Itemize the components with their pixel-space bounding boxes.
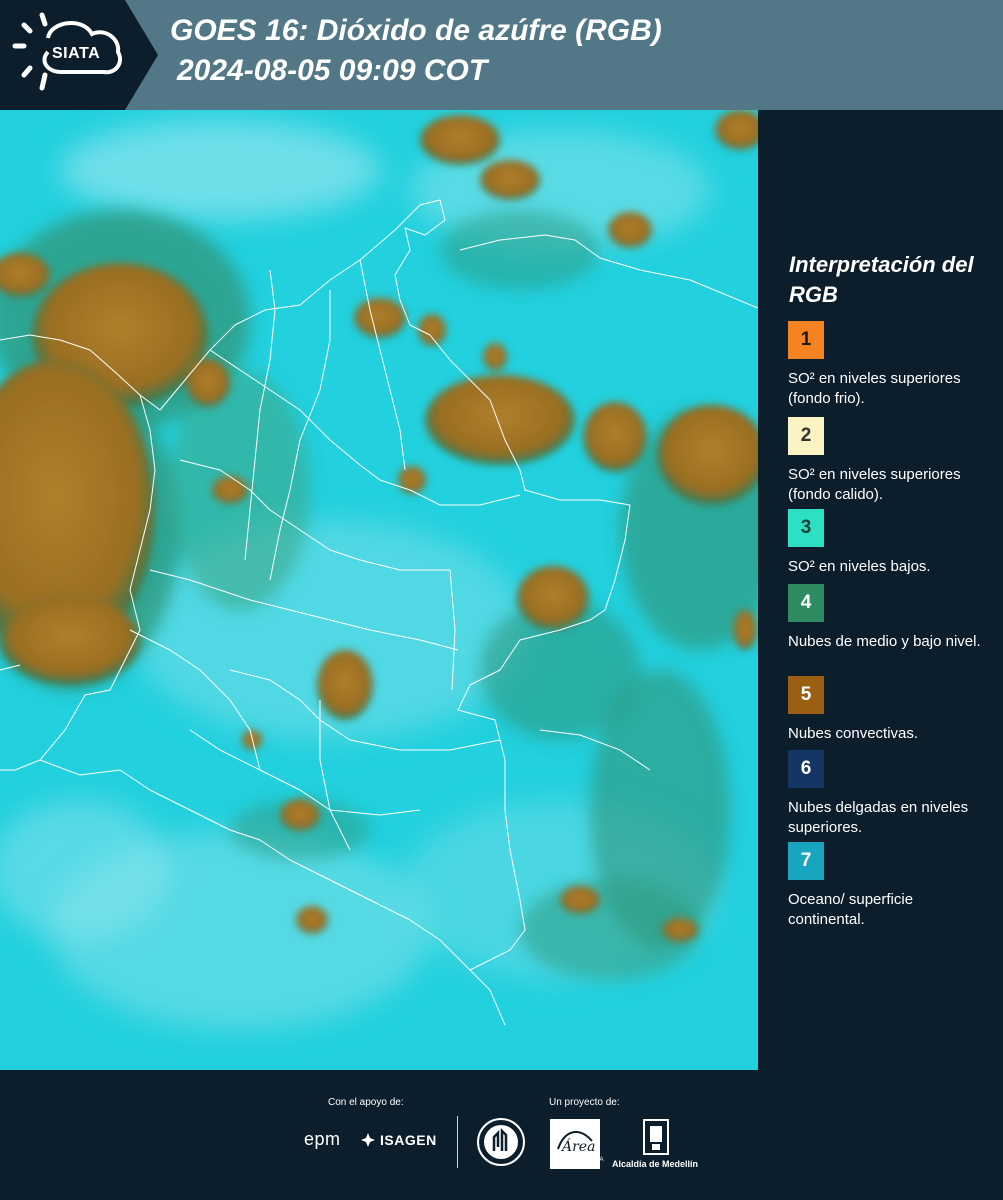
legend-item-3: 3 SO² en niveles bajos. <box>788 509 988 577</box>
legend-label: Nubes delgadas en niveles superiores. <box>788 799 969 836</box>
legend-item-6: 6 Nubes delgadas en niveles superiores. <box>788 750 988 838</box>
legend-item-5: 5 Nubes convectivas. <box>788 676 988 744</box>
footer: Con el apoyo de: Un proyecto de: epm ISA… <box>0 1070 1003 1200</box>
footer-divider <box>457 1116 458 1168</box>
legend-swatch: 7 <box>788 842 824 880</box>
legend-title: Interpretación del RGB <box>789 252 974 307</box>
legend-swatch: 1 <box>788 321 824 359</box>
page-title: GOES 16: Dióxido de azúfre (RGB) <box>170 14 662 47</box>
satellite-map-svg <box>0 110 758 1070</box>
medellin-seal-icon <box>477 1118 525 1166</box>
legend-label: SO² en niveles superiores (fondo frio). <box>788 370 961 407</box>
legend-item-2: 2 SO² en niveles superiores (fondo calid… <box>788 417 988 505</box>
isagen-logo: ISAGEN <box>360 1132 437 1148</box>
area-line2: Valle de Aburrá <box>557 1164 599 1170</box>
legend-label: Nubes convectivas. <box>788 725 919 742</box>
legend-swatch: 6 <box>788 750 824 788</box>
area-script-text: Área <box>560 1137 595 1155</box>
legend-label: Oceano/ superficie continental. <box>788 891 914 928</box>
alcaldia-text: Alcaldía de Medellín <box>612 1159 699 1169</box>
legend-swatch: 5 <box>788 676 824 714</box>
legend-swatch: 4 <box>788 584 824 622</box>
legend-item-1: 1 SO² en niveles superiores (fondo frio)… <box>788 321 988 409</box>
siata-logo: SIATA <box>0 0 158 110</box>
satellite-map <box>0 110 758 1070</box>
legend-swatch: 2 <box>788 417 824 455</box>
legend-swatch: 3 <box>788 509 824 547</box>
isagen-text: ISAGEN <box>380 1132 437 1148</box>
support-label: Con el apoyo de: <box>328 1097 404 1108</box>
legend-label: SO² en niveles superiores (fondo calido)… <box>788 466 961 503</box>
alcaldia-shield-icon <box>643 1119 669 1155</box>
legend-label: Nubes de medio y bajo nivel. <box>788 633 981 650</box>
logo-text: SIATA <box>52 45 101 62</box>
isagen-icon <box>361 1133 375 1147</box>
legend-item-7: 7 Oceano/ superficie continental. <box>788 842 988 930</box>
header: SIATA GOES 16: Dióxido de azúfre (RGB) 2… <box>0 0 1003 110</box>
project-label: Un proyecto de: <box>549 1097 620 1108</box>
area-metropolitana-text: METROPOLITANA Valle de Aburrá <box>552 1157 604 1171</box>
epm-logo: epm <box>304 1129 341 1149</box>
legend-panel: Interpretación del RGB 1 SO² en niveles … <box>758 110 1003 1070</box>
area-line1: METROPOLITANA <box>552 1157 604 1163</box>
page-timestamp: 2024-08-05 09:09 COT <box>177 54 488 87</box>
legend-item-4: 4 Nubes de medio y bajo nivel. <box>788 584 988 652</box>
legend-label: SO² en niveles bajos. <box>788 558 931 575</box>
